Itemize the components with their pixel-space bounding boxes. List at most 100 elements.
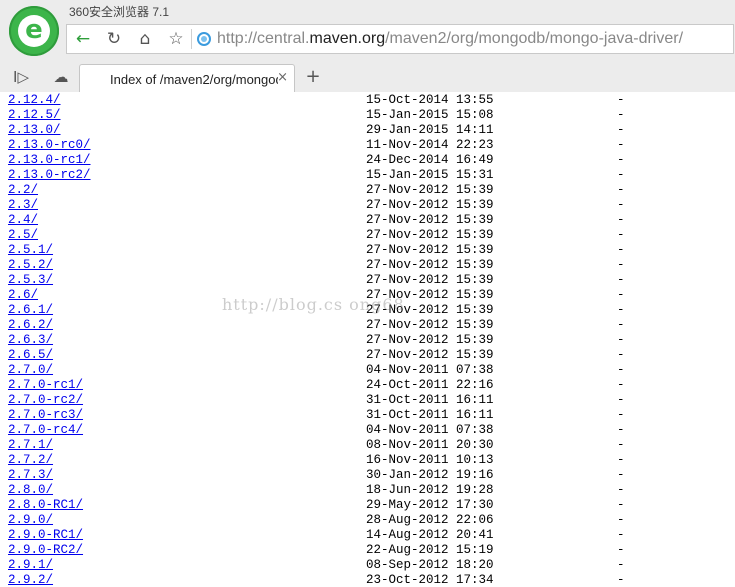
listing-row: 2.7.1/08-Nov-2011 20:30 - <box>8 438 728 453</box>
new-tab-button[interactable]: + <box>303 66 323 88</box>
back-icon[interactable]: ← <box>71 28 95 50</box>
directory-link[interactable]: 2.5/ <box>8 228 38 243</box>
tab-bar: I▷ ☁ Index of /maven2/org/mongodb/mongo-… <box>0 62 735 92</box>
site-security-icon[interactable] <box>197 32 211 46</box>
modified-date: 27-Nov-2012 15:39 <box>366 198 494 212</box>
directory-link[interactable]: 2.8.0-RC1/ <box>8 498 83 513</box>
directory-link[interactable]: 2.13.0-rc0/ <box>8 138 91 153</box>
file-size: - <box>617 513 625 527</box>
directory-link[interactable]: 2.6/ <box>8 288 38 303</box>
directory-link[interactable]: 2.12.4/ <box>8 93 61 108</box>
file-size: - <box>617 558 625 572</box>
directory-link[interactable]: 2.9.1/ <box>8 558 53 573</box>
sidebar-toggle-icon[interactable]: I▷ <box>9 66 33 88</box>
file-size: - <box>617 348 625 362</box>
modified-date: 24-Oct-2011 22:16 <box>366 378 494 392</box>
modified-date: 18-Jun-2012 19:28 <box>366 483 494 497</box>
modified-date: 27-Nov-2012 15:39 <box>366 303 494 317</box>
directory-link[interactable]: 2.8.0/ <box>8 483 53 498</box>
file-size: - <box>617 408 625 422</box>
directory-link[interactable]: 2.9.0-RC2/ <box>8 543 83 558</box>
page-content: 2.12.4/15-Oct-2014 13:55 - 2.12.5/15-Jan-2… <box>0 92 735 587</box>
toolbar-divider <box>191 29 192 49</box>
listing-row: 2.13.0-rc0/11-Nov-2014 22:23 - <box>8 138 728 153</box>
directory-link[interactable]: 2.9.0/ <box>8 513 53 528</box>
modified-date: 15-Oct-2014 13:55 <box>366 93 494 107</box>
url-input[interactable]: http://central.maven.org/maven2/org/mong… <box>217 30 683 48</box>
directory-link[interactable]: 2.7.0-rc2/ <box>8 393 83 408</box>
file-size: - <box>617 258 625 272</box>
modified-date: 15-Jan-2015 15:31 <box>366 168 494 182</box>
file-size: - <box>617 423 625 437</box>
listing-row: 2.13.0/29-Jan-2015 14:11 - <box>8 123 728 138</box>
modified-date: 24-Dec-2014 16:49 <box>366 153 494 167</box>
file-size: - <box>617 318 625 332</box>
directory-link[interactable]: 2.7.1/ <box>8 438 53 453</box>
directory-link[interactable]: 2.7.3/ <box>8 468 53 483</box>
directory-link[interactable]: 2.12.5/ <box>8 108 61 123</box>
browser-logo-icon: e <box>9 6 59 56</box>
home-icon[interactable]: ⌂ <box>133 28 157 50</box>
modified-date: 28-Aug-2012 22:06 <box>366 513 494 527</box>
directory-link[interactable]: 2.7.0/ <box>8 363 53 378</box>
directory-link[interactable]: 2.2/ <box>8 183 38 198</box>
directory-link[interactable]: 2.6.5/ <box>8 348 53 363</box>
directory-link[interactable]: 2.6.1/ <box>8 303 53 318</box>
listing-row: 2.7.0-rc2/31-Oct-2011 16:11 - <box>8 393 728 408</box>
directory-link[interactable]: 2.7.2/ <box>8 453 53 468</box>
listing-row: 2.9.1/08-Sep-2012 18:20 - <box>8 558 728 573</box>
modified-date: 27-Nov-2012 15:39 <box>366 333 494 347</box>
browser-chrome: e 360安全浏览器 7.1 ← ↻ ⌂ ☆ http://central.ma… <box>0 0 735 92</box>
directory-link[interactable]: 2.13.0/ <box>8 123 61 138</box>
address-bar[interactable]: ← ↻ ⌂ ☆ http://central.maven.org/maven2/… <box>66 24 734 54</box>
file-size: - <box>617 138 625 152</box>
file-size: - <box>617 468 625 482</box>
modified-date: 31-Oct-2011 16:11 <box>366 408 494 422</box>
tab-active[interactable]: Index of /maven2/org/mongodb/mongo-java-… <box>79 64 295 92</box>
listing-row: 2.2/27-Nov-2012 15:39 - <box>8 183 728 198</box>
listing-row: 2.7.0-rc1/24-Oct-2011 22:16 - <box>8 378 728 393</box>
listing-row: 2.6.1/27-Nov-2012 15:39 - <box>8 303 728 318</box>
modified-date: 27-Nov-2012 15:39 <box>366 243 494 257</box>
directory-link[interactable]: 2.7.0-rc4/ <box>8 423 83 438</box>
listing-row: 2.4/27-Nov-2012 15:39 - <box>8 213 728 228</box>
file-size: - <box>617 153 625 167</box>
modified-date: 29-Jan-2015 14:11 <box>366 123 494 137</box>
url-domain: maven.org <box>309 30 386 47</box>
file-size: - <box>617 198 625 212</box>
directory-link[interactable]: 2.5.3/ <box>8 273 53 288</box>
directory-link[interactable]: 2.13.0-rc1/ <box>8 153 91 168</box>
directory-link[interactable]: 2.7.0-rc3/ <box>8 408 83 423</box>
directory-link[interactable]: 2.9.2/ <box>8 573 53 587</box>
directory-link[interactable]: 2.9.0-RC1/ <box>8 528 83 543</box>
modified-date: 14-Aug-2012 20:41 <box>366 528 494 542</box>
directory-link[interactable]: 2.5.1/ <box>8 243 53 258</box>
cloud-icon[interactable]: ☁ <box>49 66 73 88</box>
listing-row: 2.13.0-rc2/15-Jan-2015 15:31 - <box>8 168 728 183</box>
file-size: - <box>617 228 625 242</box>
tab-close-icon[interactable]: × <box>277 70 288 85</box>
directory-link[interactable]: 2.13.0-rc2/ <box>8 168 91 183</box>
file-size: - <box>617 573 625 587</box>
file-size: - <box>617 288 625 302</box>
directory-link[interactable]: 2.4/ <box>8 213 38 228</box>
modified-date: 08-Sep-2012 18:20 <box>366 558 494 572</box>
listing-row: 2.7.0-rc3/31-Oct-2011 16:11 - <box>8 408 728 423</box>
file-size: - <box>617 498 625 512</box>
file-size: - <box>617 528 625 542</box>
reload-icon[interactable]: ↻ <box>102 28 126 50</box>
file-size: - <box>617 183 625 197</box>
star-icon[interactable]: ☆ <box>164 28 188 50</box>
directory-link[interactable]: 2.7.0-rc1/ <box>8 378 83 393</box>
listing-row: 2.6/27-Nov-2012 15:39 - <box>8 288 728 303</box>
file-size: - <box>617 108 625 122</box>
modified-date: 27-Nov-2012 15:39 <box>366 273 494 287</box>
modified-date: 30-Jan-2012 19:16 <box>366 468 494 482</box>
directory-link[interactable]: 2.6.2/ <box>8 318 53 333</box>
directory-link[interactable]: 2.3/ <box>8 198 38 213</box>
directory-link[interactable]: 2.6.3/ <box>8 333 53 348</box>
modified-date: 27-Nov-2012 15:39 <box>366 183 494 197</box>
directory-link[interactable]: 2.5.2/ <box>8 258 53 273</box>
listing-row: 2.8.0/18-Jun-2012 19:28 - <box>8 483 728 498</box>
listing-row: 2.7.2/16-Nov-2011 10:13 - <box>8 453 728 468</box>
